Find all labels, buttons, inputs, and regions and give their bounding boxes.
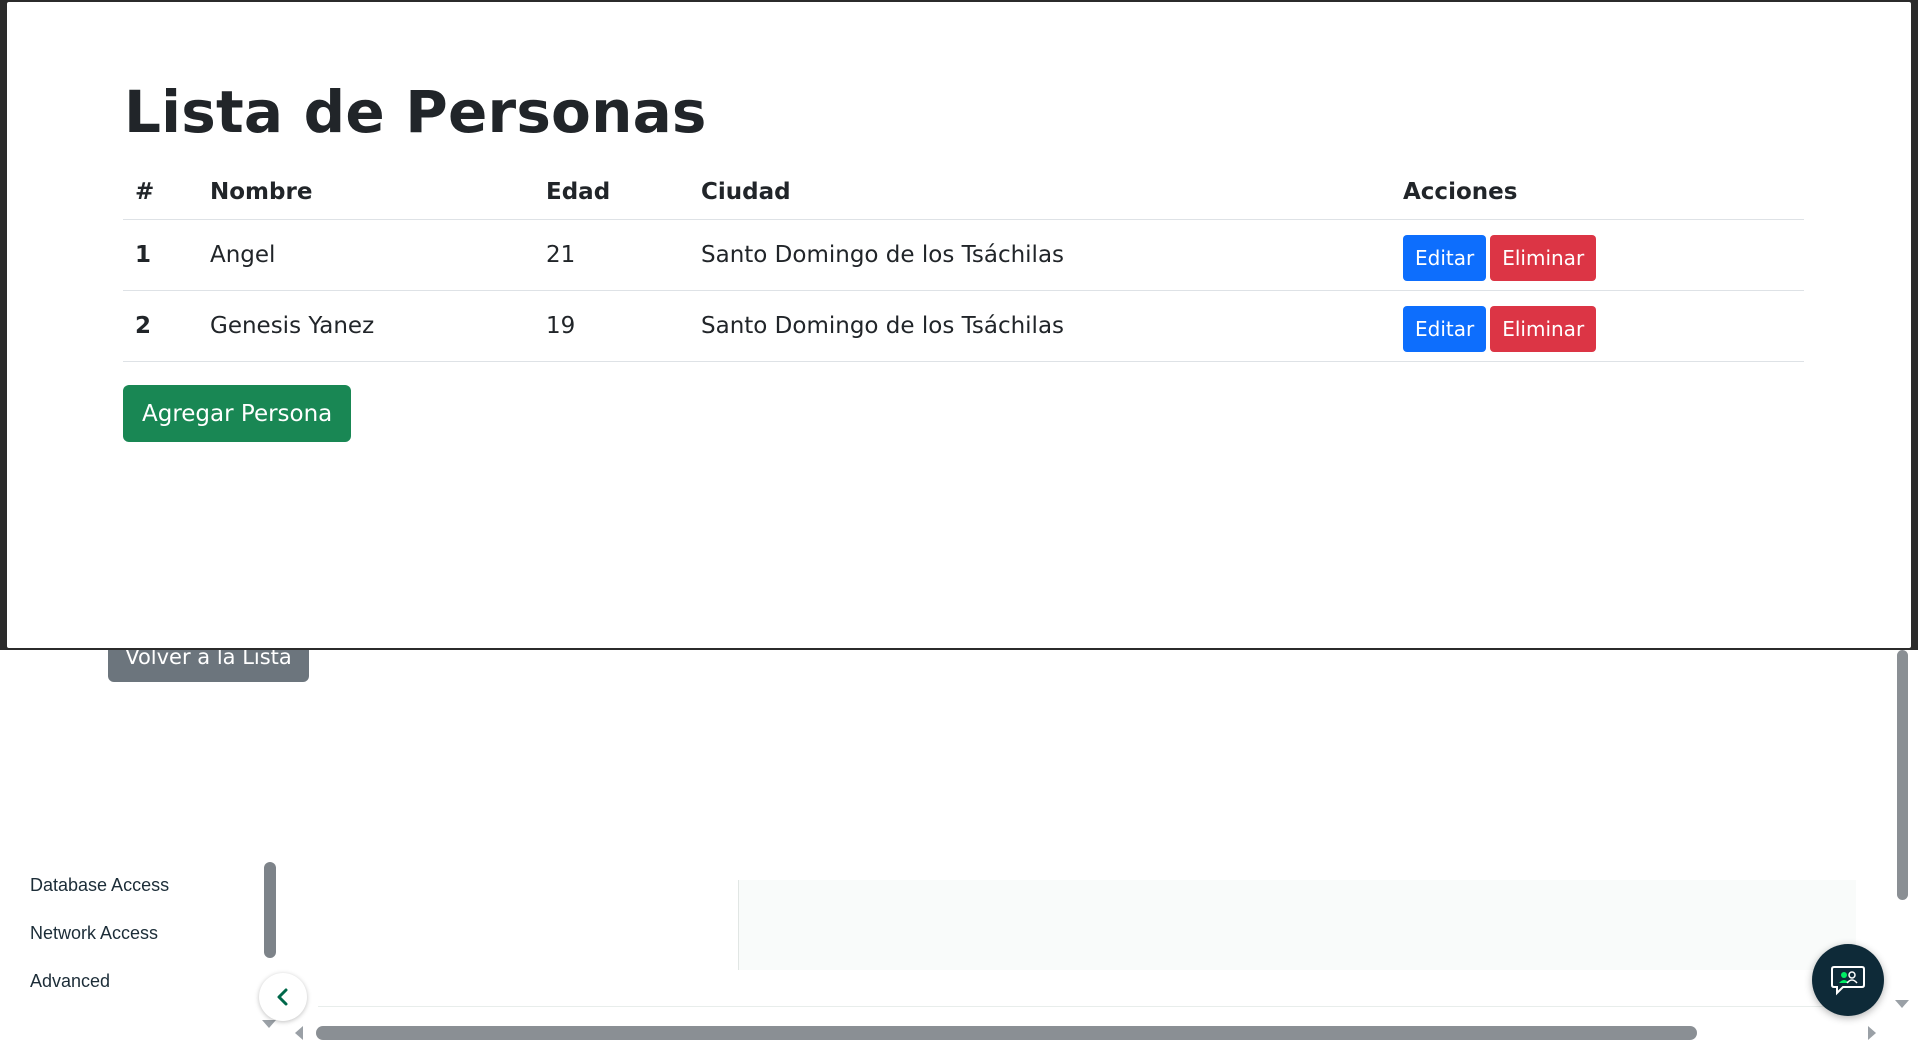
sidebar-scroll-down-arrow-icon[interactable]	[262, 1020, 276, 1028]
add-person-button[interactable]: Agregar Persona	[123, 385, 352, 442]
row-edad: 21	[534, 219, 689, 291]
row-actions: Editar Eliminar	[1391, 290, 1804, 362]
column-header-edad: Edad	[534, 165, 689, 220]
row-ciudad: Santo Domingo de los Tsáchilas	[689, 219, 1391, 291]
background-panel	[738, 880, 1856, 970]
column-header-acciones: Acciones	[1391, 165, 1804, 220]
delete-button[interactable]: Eliminar	[1490, 234, 1597, 281]
scroll-left-arrow-icon[interactable]	[295, 1026, 303, 1040]
sidebar-item-advanced[interactable]: Advanced	[30, 971, 110, 992]
edit-button[interactable]: Editar	[1403, 234, 1487, 281]
row-edad: 19	[534, 290, 689, 362]
column-header-number: #	[123, 165, 198, 220]
table-row: 1 Angel 21 Santo Domingo de los Tsáchila…	[123, 219, 1804, 291]
chevron-left-icon	[277, 988, 288, 1006]
row-ciudad: Santo Domingo de los Tsáchilas	[689, 290, 1391, 362]
row-nombre: Angel	[198, 219, 534, 291]
table-row: 2 Genesis Yanez 19 Santo Domingo de los …	[123, 290, 1804, 362]
chat-support-icon	[1831, 966, 1865, 996]
chat-support-button[interactable]	[1812, 944, 1884, 1016]
people-table: # Nombre Edad Ciudad Acciones 1 Angel 21…	[123, 165, 1804, 362]
sidebar-scrollbar[interactable]	[264, 862, 276, 958]
horizontal-scrollbar[interactable]	[316, 1026, 1697, 1040]
edit-button[interactable]: Editar	[1403, 305, 1487, 352]
vertical-scrollbar[interactable]	[1897, 650, 1908, 900]
table-header-row: # Nombre Edad Ciudad Acciones	[123, 165, 1804, 220]
app-content: Lista de Personas # Nombre Edad Ciudad A…	[7, 2, 1911, 648]
sidebar-item-network-access[interactable]: Network Access	[30, 923, 158, 944]
background-divider	[318, 1006, 1856, 1007]
collapse-sidebar-button[interactable]	[259, 973, 307, 1021]
scroll-right-arrow-icon[interactable]	[1868, 1026, 1876, 1040]
scroll-down-arrow-icon[interactable]	[1895, 1000, 1909, 1008]
delete-button[interactable]: Eliminar	[1490, 305, 1597, 352]
row-nombre: Genesis Yanez	[198, 290, 534, 362]
row-actions: Editar Eliminar	[1391, 219, 1804, 291]
column-header-nombre: Nombre	[198, 165, 534, 220]
page-title: Lista de Personas	[124, 78, 707, 146]
app-window: Lista de Personas # Nombre Edad Ciudad A…	[0, 0, 1918, 650]
row-number: 1	[123, 219, 198, 291]
row-number: 2	[123, 290, 198, 362]
column-header-ciudad: Ciudad	[689, 165, 1391, 220]
sidebar-item-database-access[interactable]: Database Access	[30, 875, 169, 896]
